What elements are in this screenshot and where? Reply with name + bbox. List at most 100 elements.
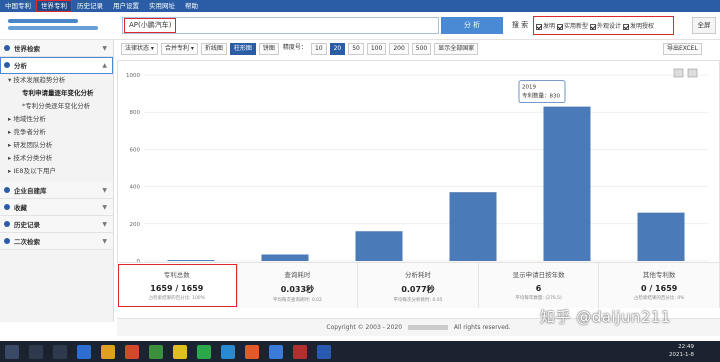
sidebar-item-yearly-applications[interactable]: 专利申请量逐年变化分析 <box>0 87 113 100</box>
stat-value: 0.077秒 <box>401 285 435 294</box>
stat-sub: 占检索结果的百分比: 100% <box>148 296 205 301</box>
copyright-text: Copyright © 2003 - 2020 <box>326 324 403 331</box>
chart-tooltip: 2019专利数量：830 <box>518 80 566 104</box>
checkbox-icon <box>590 23 597 30</box>
chart-download-icon[interactable] <box>687 68 698 78</box>
bar-2018[interactable] <box>449 192 497 261</box>
search-input[interactable]: AP(小鹏汽车) <box>122 17 439 34</box>
sidebar-section-world-search[interactable]: 世界检索 ▼ <box>0 40 113 57</box>
chart-toolbar: 法律状态 ▾ 合并专利 ▾ 折线图 柱形图 饼图 精度号： 10 20 50 1… <box>121 42 479 56</box>
query-text: AP(小鹏汽车) <box>123 18 177 33</box>
app-icon[interactable] <box>269 344 283 359</box>
bar-2016[interactable] <box>261 254 309 261</box>
analyze-button[interactable]: 分 析 <box>441 17 503 34</box>
nav-world-patent[interactable]: 世界专利 <box>36 0 72 12</box>
stat-year-count: 显示申请日按年数 6 平均每年数量: (276.5) <box>479 263 600 308</box>
fullscreen-button[interactable]: 全屏 <box>692 17 716 34</box>
sidebar: 世界检索 ▼ 分析 ▲ ▾ 技术发展趋势分析 专利申请量逐年变化分析 *专利分类逐年… <box>0 40 114 322</box>
y-tick-label: 800 <box>130 110 141 116</box>
nav-china-patent[interactable]: 中国专利 <box>0 0 36 12</box>
app-icon[interactable] <box>293 344 307 359</box>
bar-2017[interactable] <box>355 231 403 261</box>
nav-history[interactable]: 历史记录 <box>72 0 108 12</box>
top-nav: 中国专利 世界专利 历史记录 用户设置 实用网址 帮助 <box>0 0 720 12</box>
precision-label: 精度号： <box>282 44 307 51</box>
show-all-countries-button[interactable]: 显示全部国家 <box>434 43 479 55</box>
wechat-icon[interactable] <box>197 344 211 359</box>
stat-title: 显示申请日按年数 <box>512 271 565 279</box>
app-icon[interactable] <box>221 344 235 359</box>
chevron-down-icon: ▼ <box>102 204 107 211</box>
sidebar-item-yearly-classification[interactable]: *专利分类逐年变化分析 <box>0 100 113 113</box>
type-granted-checkbox[interactable]: 发明授权 <box>623 21 654 30</box>
y-tick-label: 400 <box>130 185 141 191</box>
sidebar-item-rd-team[interactable]: ▸ 研发团队分析 <box>0 139 113 152</box>
y-tick-label: 200 <box>130 222 141 228</box>
bar-2019[interactable] <box>543 106 591 261</box>
nav-useful-links[interactable]: 实用网址 <box>144 0 180 12</box>
sidebar-section-favorites[interactable]: 收藏 ▼ <box>0 199 113 216</box>
clock-icon <box>4 221 10 227</box>
chevron-down-icon: ▼ <box>102 238 107 245</box>
patent-type-filters: 发明 实用新型 外观设计 发明授权 <box>533 16 674 35</box>
app-icon[interactable] <box>149 344 163 359</box>
type-invention-checkbox[interactable]: 发明 <box>536 21 555 30</box>
chart-icon <box>4 62 10 68</box>
stat-query-time: 查询耗时 0.033秒 平均每次查询耗时: 0.02 <box>238 263 359 308</box>
clock-date: 2021-1-8 <box>669 352 694 358</box>
edge-icon[interactable] <box>77 344 91 359</box>
app-icon[interactable] <box>125 344 139 359</box>
start-icon[interactable] <box>5 344 19 359</box>
firefox-icon[interactable] <box>245 344 259 359</box>
sidebar-section-secondary-search[interactable]: 二次检索 ▼ <box>0 233 113 250</box>
sidebar-item-tech-class[interactable]: ▸ 技术分类分析 <box>0 152 113 165</box>
precision-50[interactable]: 50 <box>348 43 364 55</box>
site-logo <box>8 16 108 36</box>
precision-100[interactable]: 100 <box>366 43 387 55</box>
globe-icon <box>4 45 10 51</box>
precision-20[interactable]: 20 <box>329 43 346 55</box>
precision-200[interactable]: 200 <box>389 43 409 55</box>
star-icon <box>4 204 10 210</box>
sidebar-section-enterprise-db[interactable]: 企业自建库 ▼ <box>0 182 113 199</box>
precision-10[interactable]: 10 <box>310 43 327 55</box>
database-icon <box>4 187 10 193</box>
pie-chart-button[interactable]: 饼图 <box>258 43 279 55</box>
sidebar-item-competitor[interactable]: ▸ 竞争者分析 <box>0 126 113 139</box>
word-icon[interactable] <box>317 344 331 359</box>
checkbox-icon <box>557 23 564 30</box>
bar-2020[interactable] <box>637 212 685 261</box>
task-view-icon[interactable] <box>53 344 67 359</box>
line-chart-button[interactable]: 折线图 <box>200 43 227 55</box>
sidebar-item-ie8[interactable]: ▸ IE8及以下用户 <box>0 165 113 178</box>
stat-other-patents: 其他专利数 0 / 1659 占检索结果的百分比: 0% <box>599 263 720 308</box>
app-icon[interactable] <box>173 344 187 359</box>
export-excel-button[interactable]: 导出EXCEL <box>663 43 702 55</box>
nav-user-settings[interactable]: 用户设置 <box>108 0 144 12</box>
legal-status-dropdown[interactable]: 法律状态 ▾ <box>121 43 158 55</box>
stat-sub: 平均每次查询耗时: 0.02 <box>272 298 322 303</box>
sidebar-item-tech-trend[interactable]: ▾ 技术发展趋势分析 <box>0 74 113 87</box>
search-button[interactable]: 搜 索 <box>508 17 532 34</box>
search-icon[interactable] <box>29 344 43 359</box>
bar-chart: 0200400600800100020152016201720182019202… <box>117 60 720 295</box>
type-utility-checkbox[interactable]: 实用新型 <box>557 21 588 30</box>
system-tray: 22:49 2021-1-8 <box>669 343 694 359</box>
sidebar-item-regional[interactable]: ▸ 地域性分析 <box>0 113 113 126</box>
sidebar-section-analysis[interactable]: 分析 ▲ <box>0 57 113 74</box>
type-design-checkbox[interactable]: 外观设计 <box>590 21 621 30</box>
stat-value: 6 <box>535 284 542 293</box>
rights-text: All rights reserved. <box>453 324 511 331</box>
nav-help[interactable]: 帮助 <box>180 0 203 12</box>
stat-title: 分析耗时 <box>404 271 431 279</box>
folder-icon[interactable] <box>101 344 115 359</box>
sidebar-section-history[interactable]: 历史记录 ▼ <box>0 216 113 233</box>
stat-value: 1659 / 1659 <box>150 284 204 293</box>
chart-print-icon[interactable] <box>673 68 684 78</box>
chevron-down-icon: ▼ <box>102 221 107 228</box>
redacted-block <box>407 325 448 330</box>
bar-chart-button[interactable]: 柱形图 <box>229 43 256 55</box>
precision-500[interactable]: 500 <box>411 43 432 55</box>
bar-2015[interactable] <box>167 260 215 261</box>
merge-patents-dropdown[interactable]: 合并专利 ▾ <box>160 43 198 55</box>
